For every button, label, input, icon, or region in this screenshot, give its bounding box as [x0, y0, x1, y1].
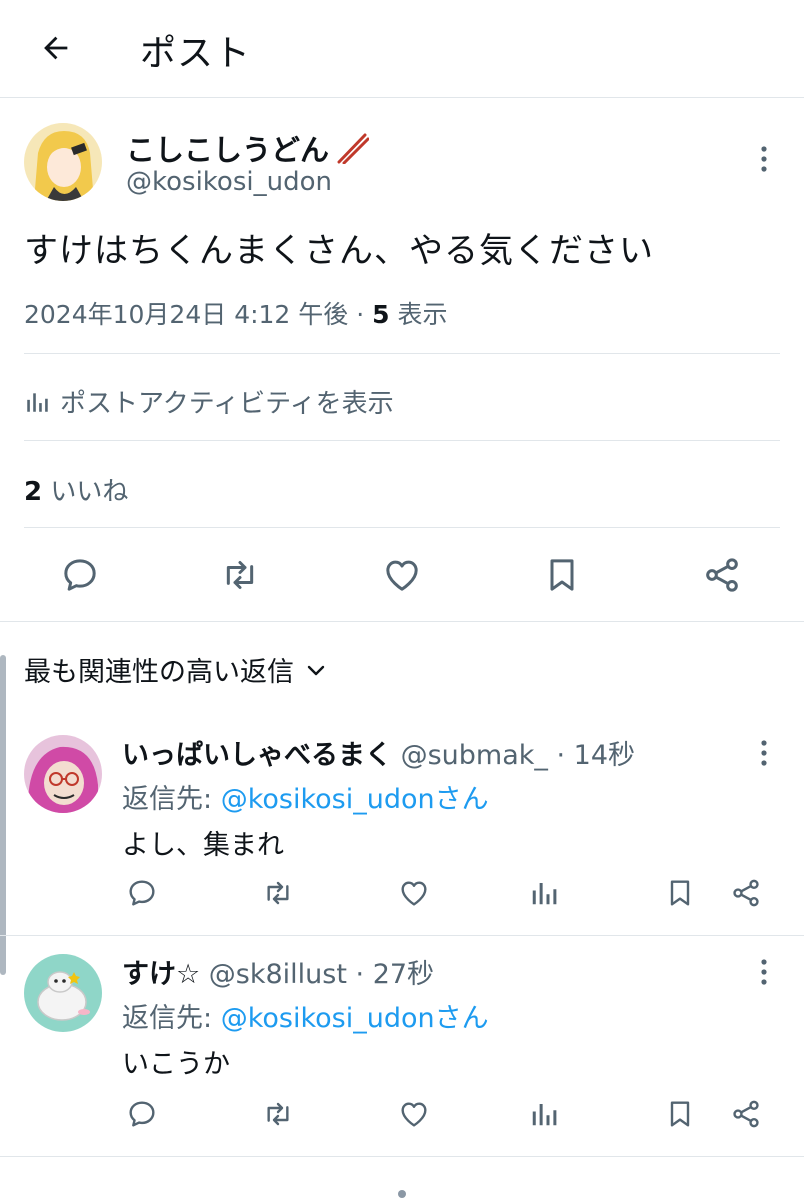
post-actions [0, 539, 804, 619]
analytics-button[interactable] [526, 875, 562, 911]
reply-author-handle[interactable]: @submak_ [392, 740, 548, 771]
like-icon [401, 881, 427, 906]
author-name[interactable]: こしこしうどん [126, 127, 370, 169]
reply-text: いこうか [122, 1049, 230, 1080]
avatar[interactable] [24, 123, 102, 201]
avatar[interactable] [24, 954, 102, 1032]
bookmark-icon [670, 1101, 690, 1127]
analytics-button[interactable] [526, 1096, 562, 1132]
reply-button[interactable] [124, 1096, 160, 1132]
reply-time[interactable]: · 14秒 [548, 740, 635, 771]
bookmark-icon [550, 559, 574, 591]
reply-button[interactable] [58, 553, 102, 597]
share-button[interactable] [728, 1096, 764, 1132]
activity-label: ポストアクティビティを表示 [60, 389, 394, 419]
analytics-icon [532, 1104, 557, 1126]
analytics-icon [532, 883, 557, 905]
meta-separator: · [348, 300, 373, 329]
author-handle[interactable]: @kosikosi_udon [126, 167, 332, 197]
reply-to-link[interactable]: @kosikosi_udonさん [221, 1003, 489, 1034]
reply-to-line: 返信先: @kosikosi_udonさん [122, 996, 489, 1035]
reply-to-prefix: 返信先: [122, 1003, 221, 1034]
divider [24, 440, 780, 441]
avatar[interactable] [24, 735, 102, 813]
repost-icon [267, 1102, 289, 1126]
divider [24, 353, 780, 354]
post-activity-link[interactable]: ポストアクティビティを表示 [24, 383, 394, 420]
more-vertical-icon [761, 740, 767, 766]
more-vertical-icon [761, 959, 767, 985]
likes-number: 2 [24, 477, 43, 507]
bookmark-button[interactable] [662, 875, 698, 911]
author-name-text: こしこしうどん [126, 133, 330, 167]
share-button[interactable] [728, 875, 764, 911]
like-icon [386, 560, 418, 591]
reply-actions [0, 875, 804, 925]
page-title: ポスト [140, 33, 252, 74]
more-options-button[interactable] [752, 139, 776, 179]
back-arrow-icon [44, 36, 68, 60]
repost-button[interactable] [218, 553, 262, 597]
reply-author-name[interactable]: いっぱいしゃべるまく [122, 740, 392, 771]
views-label: 表示 [389, 300, 448, 329]
reply-icon [129, 880, 155, 906]
section-divider [0, 621, 804, 622]
bookmark-icon [670, 880, 690, 906]
reply-button[interactable] [124, 875, 160, 911]
views-count: 5 [372, 300, 390, 329]
next-item-more-icon [398, 1190, 406, 1198]
more-vertical-icon [761, 146, 767, 172]
divider [24, 527, 780, 528]
repost-button[interactable] [260, 875, 296, 911]
reply-actions [0, 1096, 804, 1146]
post-date[interactable]: 2024年10月24日 4:12 午後 [24, 300, 348, 329]
share-icon [706, 558, 738, 592]
replies-sort-dropdown[interactable]: 最も関連性の高い返信 [24, 650, 328, 689]
post-text: すけはちくんまくさん、やる気ください [24, 231, 654, 271]
reply-to-line: 返信先: @kosikosi_udonさん [122, 777, 489, 816]
like-button[interactable] [396, 875, 432, 911]
reply-to-prefix: 返信先: [122, 784, 221, 815]
analytics-icon [27, 392, 48, 412]
repost-icon [267, 881, 289, 905]
share-icon [733, 1100, 759, 1128]
reply-author-name[interactable]: すけ☆ [122, 959, 200, 990]
reply-header: いっぱいしゃべるまく @submak_ · 14秒 [122, 733, 635, 772]
share-icon [733, 879, 759, 907]
reply-author-handle[interactable]: @sk8illust [200, 959, 347, 990]
reply-header: すけ☆ @sk8illust · 27秒 [122, 952, 434, 991]
sort-label: 最も関連性の高い返信 [24, 657, 294, 688]
likes-count[interactable]: 2 いいね [24, 471, 128, 508]
like-button[interactable] [380, 553, 424, 597]
like-button[interactable] [396, 1096, 432, 1132]
reply-icon [64, 559, 96, 591]
reply-text: よし、集まれ [122, 830, 284, 861]
likes-label: いいね [42, 477, 129, 507]
repost-icon [226, 561, 254, 589]
more-options-button[interactable] [752, 952, 776, 992]
like-icon [401, 1102, 427, 1127]
chevron-down-icon [307, 665, 325, 675]
reply-item[interactable]: すけ☆ @sk8illust · 27秒 返信先: @kosikosi_udon… [0, 936, 804, 1156]
reply-to-link[interactable]: @kosikosi_udonさん [221, 784, 489, 815]
repost-button[interactable] [260, 1096, 296, 1132]
more-options-button[interactable] [752, 733, 776, 773]
chopsticks-icon [337, 133, 370, 164]
top-bar: ポスト [0, 0, 804, 98]
post-meta: 2024年10月24日 4:12 午後 · 5 表示 [24, 295, 447, 331]
reply-divider [0, 1156, 804, 1157]
back-button[interactable] [30, 22, 82, 74]
reply-item[interactable]: いっぱいしゃべるまく @submak_ · 14秒 返信先: @kosikosi… [0, 715, 804, 935]
bookmark-button[interactable] [540, 553, 584, 597]
bookmark-button[interactable] [662, 1096, 698, 1132]
reply-icon [129, 1101, 155, 1127]
share-button[interactable] [700, 553, 744, 597]
reply-time[interactable]: · 27秒 [347, 959, 435, 990]
